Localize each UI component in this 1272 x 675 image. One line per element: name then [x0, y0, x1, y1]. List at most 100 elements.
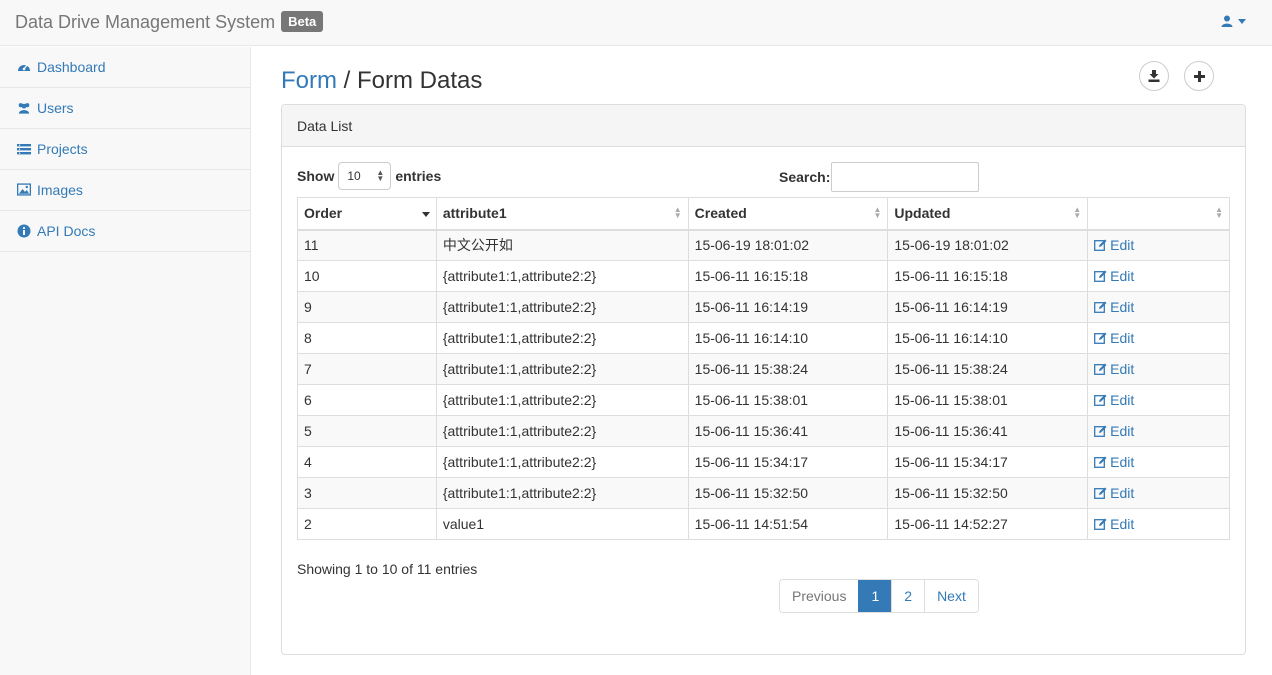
download-icon [1148, 70, 1160, 82]
beta-badge: Beta [281, 11, 324, 32]
sort-icon: ▲ ▼ [673, 205, 682, 220]
sidebar-item-label: Images [37, 182, 83, 198]
edit-label: Edit [1110, 236, 1135, 253]
sort-icon: ▲ ▼ [1073, 205, 1082, 220]
search-label: Search: [779, 169, 831, 185]
table-row: 10 {attribute1:1,attribute2:2} 15-06-11 16… [297, 260, 1230, 292]
cell-actions: Edit [1087, 291, 1230, 323]
image-icon [17, 183, 31, 197]
edit-link[interactable]: Edit [1094, 299, 1134, 315]
data-table: Order attribute1 ▲ ▼ Created ▲ ▼ Updated ▲… [297, 197, 1230, 540]
sidebar-item-users[interactable]: Users [0, 88, 250, 129]
sidebar-item-images[interactable]: Images [0, 170, 250, 211]
table-row: 4 {attribute1:1,attribute2:2} 15-06-11 15:… [297, 446, 1230, 478]
add-button[interactable] [1184, 61, 1214, 91]
edit-link[interactable]: Edit [1094, 361, 1134, 377]
entries-label: entries [395, 168, 442, 184]
edit-label: Edit [1110, 453, 1135, 470]
edit-label: Edit [1110, 515, 1135, 532]
cell-attribute1: 中文公开如 [435, 229, 689, 261]
table-body: 11 中文公开如 15-06-19 18:01:02 15-06-19 18:01:0… [297, 229, 1230, 540]
cell-order: 8 [297, 322, 437, 354]
user-menu-toggle[interactable] [1221, 15, 1246, 27]
edit-link[interactable]: Edit [1094, 330, 1134, 346]
column-header-updated[interactable]: Updated ▲ ▼ [887, 197, 1089, 231]
edit-link[interactable]: Edit [1094, 268, 1134, 284]
column-header-order[interactable]: Order [297, 197, 437, 231]
sort-desc-icon [421, 212, 430, 217]
info-icon [17, 224, 31, 238]
edit-link[interactable]: Edit [1094, 423, 1134, 439]
edit-icon [1094, 363, 1107, 375]
cell-attribute1: {attribute1:1,attribute2:2} [435, 477, 689, 509]
column-header-created[interactable]: Created ▲ ▼ [687, 197, 889, 231]
cell-attribute1: {attribute1:1,attribute2:2} [435, 384, 689, 416]
page-title-text: Form Datas [357, 67, 483, 94]
edit-icon [1094, 332, 1107, 344]
table-row: 2 value1 15-06-11 14:51:54 15-06-11 14:52:2… [297, 508, 1230, 540]
edit-label: Edit [1110, 422, 1135, 439]
download-button[interactable] [1139, 61, 1169, 91]
sidebar-item-api-docs[interactable]: API Docs [0, 211, 250, 252]
show-label: Show [297, 168, 335, 184]
panel-heading: Data List [282, 105, 1245, 147]
list-icon [17, 142, 31, 156]
breadcrumb-separator: / [337, 67, 358, 94]
edit-label: Edit [1110, 267, 1135, 284]
cell-updated: 15-06-11 14:52:27 [887, 508, 1089, 540]
cell-attribute1: {attribute1:1,attribute2:2} [435, 353, 689, 385]
entries-length-select[interactable]: 10 ▲ ▼ [338, 162, 392, 190]
cell-actions: Edit [1087, 322, 1230, 354]
edit-link[interactable]: Edit [1094, 392, 1134, 408]
edit-link[interactable]: Edit [1094, 485, 1134, 501]
column-header-attribute1[interactable]: attribute1 ▲ ▼ [435, 197, 689, 231]
length-value: 10 [347, 169, 361, 183]
cell-created: 15-06-11 15:38:24 [687, 353, 889, 385]
edit-icon [1094, 239, 1107, 251]
edit-link[interactable]: Edit [1094, 454, 1134, 470]
pagination-next[interactable]: Next [924, 580, 978, 612]
cell-order: 5 [297, 415, 437, 447]
select-arrows-icon: ▲ ▼ [376, 168, 385, 183]
edit-icon [1094, 301, 1107, 313]
edit-label: Edit [1110, 329, 1135, 346]
pagination-previous[interactable]: Previous [780, 580, 859, 612]
cell-actions: Edit [1087, 353, 1230, 385]
edit-link[interactable]: Edit [1094, 237, 1134, 253]
pagination-page-1[interactable]: 1 [858, 580, 892, 612]
top-navbar: Data Drive Management System Beta [0, 0, 1272, 46]
search-control: Search: [779, 162, 980, 192]
plus-icon [1193, 70, 1205, 82]
breadcrumb-form-link[interactable]: Form [281, 67, 337, 94]
cell-order: 2 [297, 508, 437, 540]
column-header-actions[interactable]: ▲ ▼ [1087, 197, 1230, 231]
sidebar-item-dashboard[interactable]: Dashboard [0, 47, 250, 88]
cell-updated: 15-06-11 15:38:01 [887, 384, 1089, 416]
edit-link[interactable]: Edit [1094, 516, 1134, 532]
cell-order: 9 [297, 291, 437, 323]
cell-actions: Edit [1087, 415, 1230, 447]
pagination-page-2[interactable]: 2 [891, 580, 925, 612]
table-row: 8 {attribute1:1,attribute2:2} 15-06-11 16:… [297, 322, 1230, 354]
cell-attribute1: {attribute1:1,attribute2:2} [435, 446, 689, 478]
cell-order: 11 [297, 229, 437, 261]
edit-label: Edit [1110, 298, 1135, 315]
cell-actions: Edit [1087, 477, 1230, 509]
table-row: 5 {attribute1:1,attribute2:2} 15-06-11 15:… [297, 415, 1230, 447]
cell-updated: 15-06-19 18:01:02 [887, 229, 1089, 261]
cell-updated: 15-06-11 15:34:17 [887, 446, 1089, 478]
sidebar-item-label: Users [37, 100, 74, 116]
cell-attribute1: {attribute1:1,attribute2:2} [435, 291, 689, 323]
user-icon [1221, 15, 1233, 27]
chevron-down-icon [1238, 18, 1246, 24]
cell-attribute1: value1 [435, 508, 689, 540]
brand[interactable]: Data Drive Management System Beta [15, 11, 324, 33]
edit-icon [1094, 456, 1107, 468]
cell-created: 15-06-11 14:51:54 [687, 508, 889, 540]
cell-attribute1: {attribute1:1,attribute2:2} [435, 415, 689, 447]
search-input[interactable] [831, 162, 980, 192]
edit-label: Edit [1110, 391, 1135, 408]
sidebar-item-projects[interactable]: Projects [0, 129, 250, 170]
sort-icon: ▲ ▼ [1215, 205, 1223, 220]
cell-actions: Edit [1087, 260, 1230, 292]
